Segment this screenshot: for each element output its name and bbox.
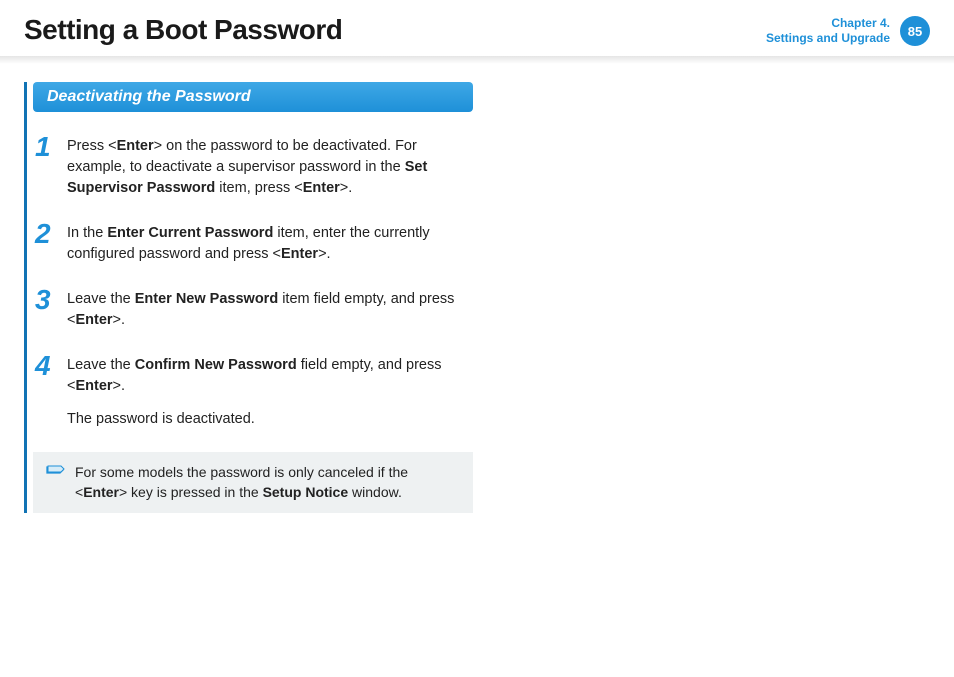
step: 3 Leave the Enter New Password item field… <box>35 287 494 331</box>
step-body: Leave the Confirm New Password field emp… <box>67 353 467 430</box>
step-text: Press <Enter> on the password to be deac… <box>67 136 467 199</box>
section-heading: Deactivating the Password <box>33 82 473 112</box>
chapter-label: Chapter 4. Settings and Upgrade <box>766 16 890 46</box>
page-number-badge: 85 <box>900 16 930 46</box>
chapter-line-2: Settings and Upgrade <box>766 31 890 46</box>
step: 1 Press <Enter> on the password to be dea… <box>35 134 494 199</box>
step-number: 4 <box>35 353 55 378</box>
step: 2 In the Enter Current Password item, ent… <box>35 221 494 265</box>
step-body: In the Enter Current Password item, ente… <box>67 221 467 265</box>
main-content: Deactivating the Password 1 Press <Enter>… <box>24 82 504 513</box>
header-divider <box>0 56 954 64</box>
step-text: Leave the Enter New Password item field … <box>67 289 467 331</box>
step-body: Leave the Enter New Password item field … <box>67 287 467 331</box>
document-header: Setting a Boot Password Chapter 4. Setti… <box>24 14 930 46</box>
note-box: For some models the password is only can… <box>33 452 473 513</box>
note-text: For some models the password is only can… <box>75 462 445 503</box>
step: 4 Leave the Confirm New Password field em… <box>35 353 494 430</box>
chapter-line-1: Chapter 4. <box>766 16 890 31</box>
chapter-block: Chapter 4. Settings and Upgrade 85 <box>766 16 930 46</box>
step-number: 3 <box>35 287 55 312</box>
step-text: Leave the Confirm New Password field emp… <box>67 355 467 397</box>
page-title: Setting a Boot Password <box>24 14 342 46</box>
step-number: 2 <box>35 221 55 246</box>
step-number: 1 <box>35 134 55 159</box>
step-followup: The password is deactivated. <box>67 409 467 430</box>
step-text: In the Enter Current Password item, ente… <box>67 223 467 265</box>
note-icon <box>45 464 65 485</box>
step-body: Press <Enter> on the password to be deac… <box>67 134 467 199</box>
